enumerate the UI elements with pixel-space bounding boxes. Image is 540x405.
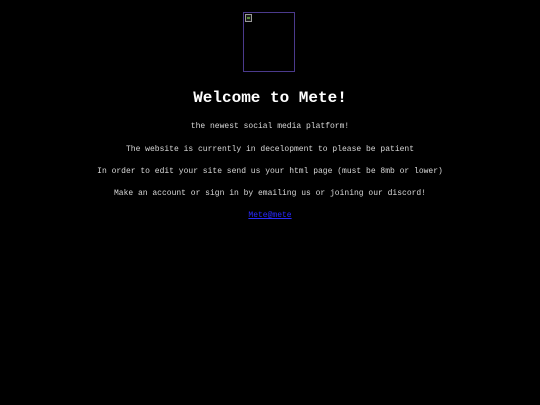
contact-email-link[interactable]: Mete@mete — [248, 211, 291, 220]
development-notice-text: The website is currently in decelopment … — [125, 145, 415, 154]
page-title: Welcome to Mete! — [193, 89, 347, 107]
account-instructions-text: Make an account or sign in by emailing u… — [113, 189, 427, 198]
edit-instructions-text: In order to edit your site send us your … — [97, 167, 443, 176]
logo-image — [243, 12, 295, 72]
tagline-text: the newest social media platform! — [190, 122, 350, 131]
contact-link-container: Mete@mete — [0, 211, 540, 221]
broken-image-icon — [245, 14, 252, 22]
